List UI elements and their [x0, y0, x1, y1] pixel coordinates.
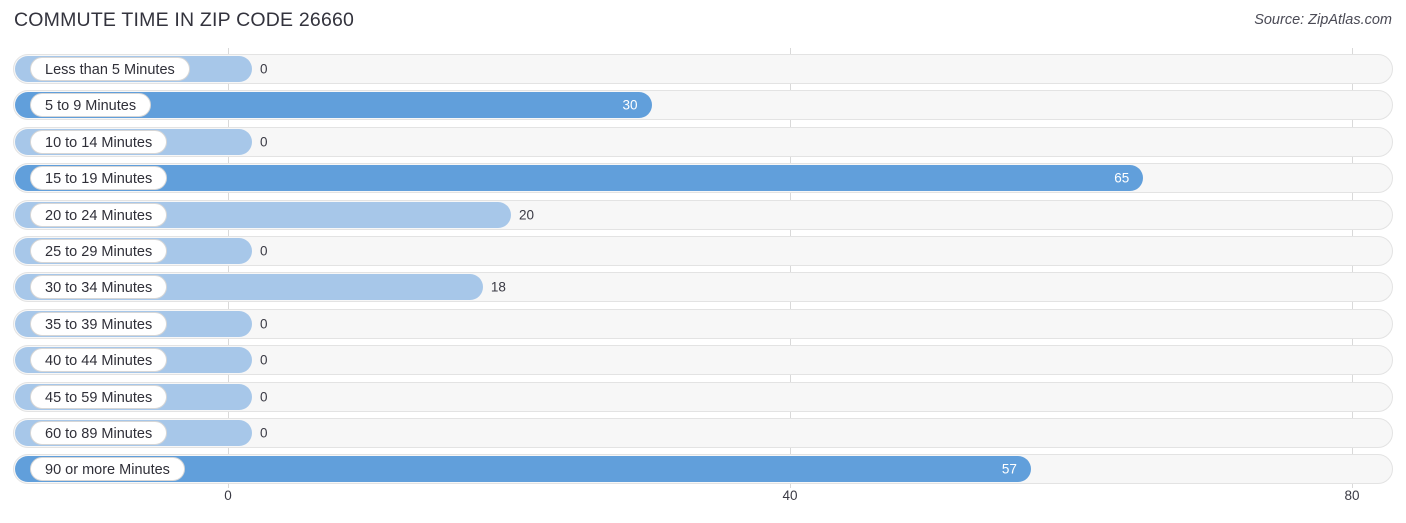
bar-value-label: 0 — [260, 61, 268, 77]
bar-value-label: 18 — [490, 279, 506, 295]
bar-value-label: 20 — [519, 207, 535, 223]
bar-value-label: 0 — [260, 134, 268, 150]
category-label: 40 to 44 Minutes — [30, 348, 168, 373]
bar-value-label: 30 — [622, 97, 638, 113]
bar-value-label: 65 — [1114, 170, 1130, 186]
category-label: 35 to 39 Minutes — [30, 311, 168, 336]
bar-value-label: 0 — [260, 316, 268, 332]
bar-value-label: 0 — [260, 389, 268, 405]
category-label: 25 to 29 Minutes — [30, 239, 168, 263]
bar[interactable]: 65 — [15, 165, 1144, 192]
category-label: 5 to 9 Minutes — [30, 93, 152, 118]
bar-row[interactable]: 0 Less than 5 Minutes — [13, 54, 1393, 84]
bar-row[interactable]: 18 30 to 34 Minutes — [13, 272, 1393, 303]
x-tick-label: 0 — [224, 488, 232, 503]
category-label: 90 or more Minutes — [30, 457, 185, 482]
bar-value-label: 0 — [260, 243, 268, 259]
bar-row[interactable]: 0 25 to 29 Minutes — [13, 236, 1393, 266]
category-label: 45 to 59 Minutes — [30, 384, 168, 409]
category-label: 10 to 14 Minutes — [30, 129, 168, 154]
bar-row[interactable]: 30 5 to 9 Minutes — [13, 90, 1393, 121]
category-label: 60 to 89 Minutes — [30, 421, 168, 445]
x-tick-label: 80 — [1344, 488, 1360, 503]
category-label: Less than 5 Minutes — [30, 57, 190, 81]
bar-row[interactable]: 57 90 or more Minutes — [13, 454, 1393, 485]
x-tick-label: 40 — [782, 488, 798, 503]
bar-value-label: 0 — [260, 352, 268, 368]
category-label: 15 to 19 Minutes — [30, 166, 168, 191]
bar-row[interactable]: 65 15 to 19 Minutes — [13, 163, 1393, 194]
bar-row[interactable]: 0 40 to 44 Minutes — [13, 345, 1393, 376]
bar-row[interactable]: 0 35 to 39 Minutes — [13, 308, 1393, 339]
x-axis: 0 40 80 — [0, 488, 1406, 518]
bar-row[interactable]: 0 60 to 89 Minutes — [13, 418, 1393, 448]
chart-header: COMMUTE TIME IN ZIP CODE 26660 Source: Z… — [0, 0, 1406, 46]
page-title: COMMUTE TIME IN ZIP CODE 26660 — [14, 9, 355, 31]
category-label: 30 to 34 Minutes — [30, 275, 168, 300]
bar-row[interactable]: 0 10 to 14 Minutes — [13, 126, 1393, 157]
category-label: 20 to 24 Minutes — [30, 202, 168, 227]
bar-row[interactable]: 20 20 to 24 Minutes — [13, 199, 1393, 230]
bar-value-label: 57 — [1001, 461, 1017, 477]
bar-row[interactable]: 0 45 to 59 Minutes — [13, 381, 1393, 412]
chart-plot-area: 0 Less than 5 Minutes 30 5 to 9 Minutes 0 10 … — [0, 48, 1406, 488]
bar-value-label: 0 — [260, 425, 268, 441]
source-attribution: Source: ZipAtlas.com — [1254, 12, 1392, 28]
